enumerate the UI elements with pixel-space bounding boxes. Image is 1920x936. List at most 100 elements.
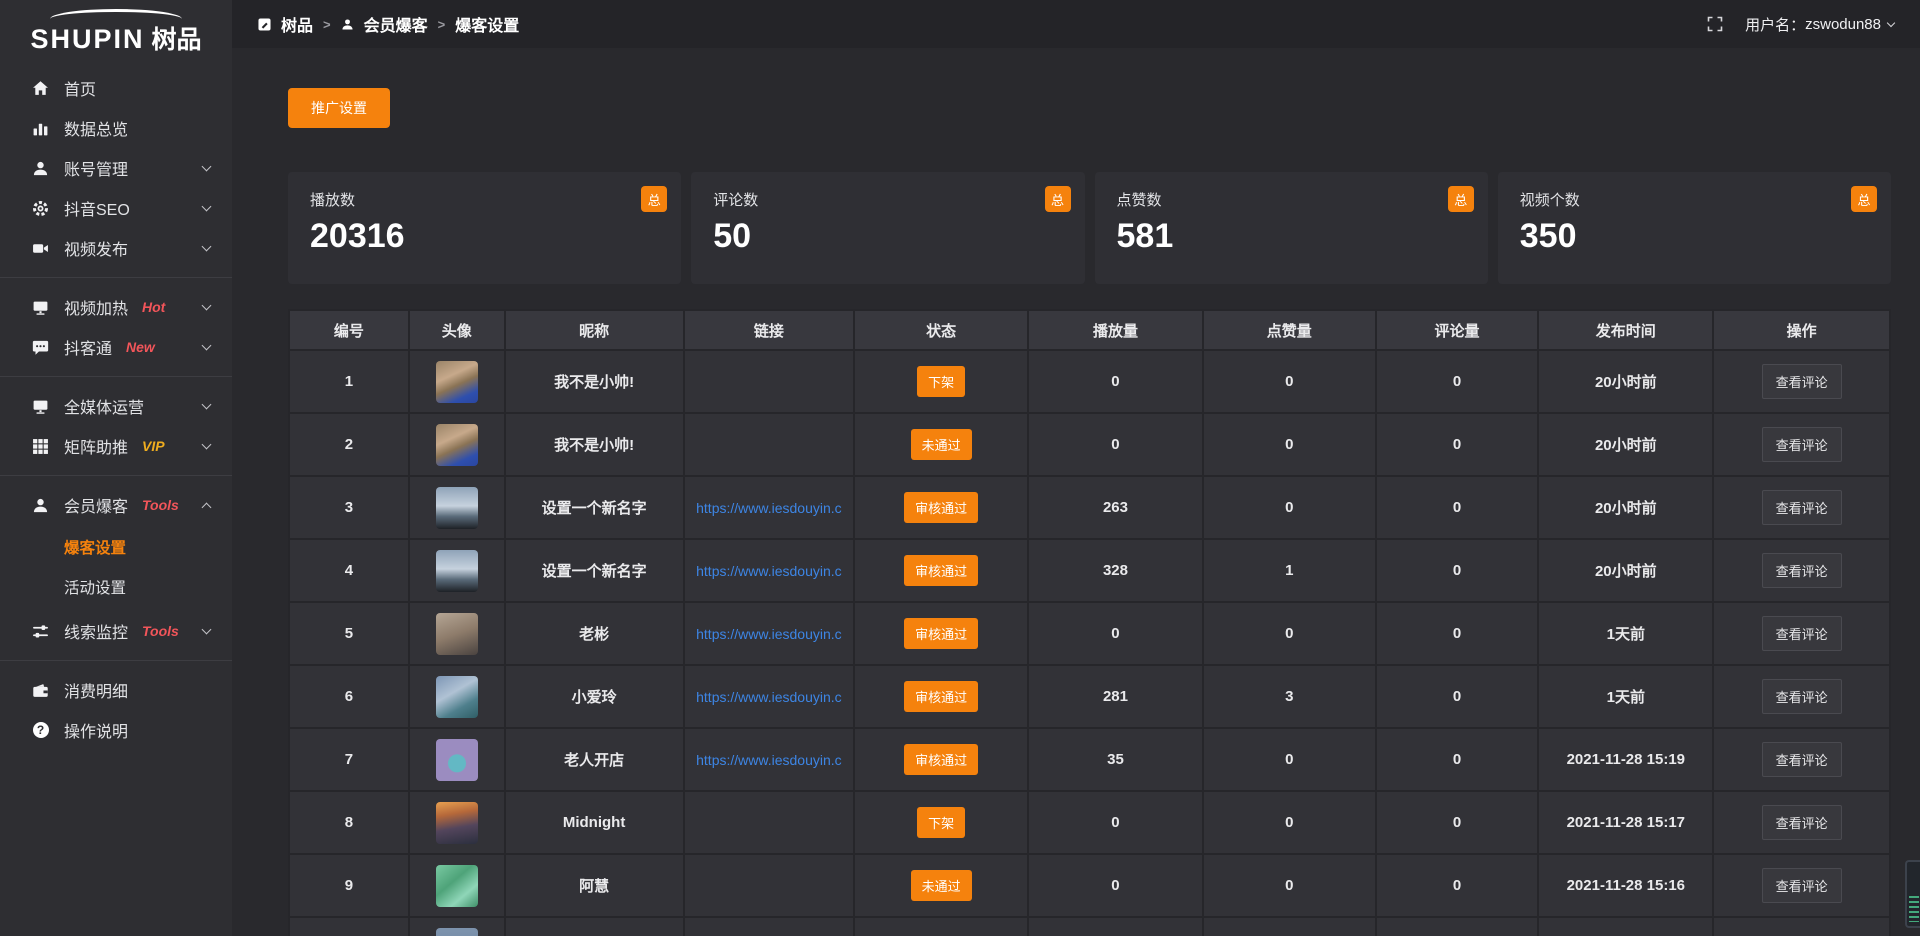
stat-value: 350 [1520, 217, 1869, 256]
status-badge: 下架 [917, 366, 965, 397]
row-link[interactable]: https://www.iesdouyin.c [696, 500, 842, 516]
row-id: 10 [290, 918, 410, 936]
row-time: 2021-11-28 15:16 [1539, 855, 1714, 918]
row-avatar-cell [410, 792, 506, 855]
row-time: 1天前 [1539, 666, 1714, 729]
row-nickname: 我不是小帅! [506, 351, 685, 414]
row-link[interactable]: https://www.iesdouyin.c [696, 752, 842, 768]
row-plays: 35 [1029, 729, 1204, 792]
sidebar-item-clue-monitor[interactable]: 线索监控 Tools [0, 611, 232, 651]
table-row: 6 小爱玲 https://www.iesdouyin.c 审核通过 281 3… [290, 666, 1891, 729]
view-comments-button[interactable]: 查看评论 [1762, 616, 1842, 651]
stat-label: 视频个数 [1520, 189, 1869, 210]
view-comments-button[interactable]: 查看评论 [1762, 553, 1842, 588]
monitor-icon [32, 299, 49, 316]
stat-card-likes: 点赞数 581 总 [1095, 172, 1488, 284]
sidebar-subitem-activity-settings[interactable]: 活动设置 [0, 567, 232, 607]
sidebar-item-consumption[interactable]: 消费明细 [0, 670, 232, 710]
sidebar-item-label: 全媒体运营 [64, 394, 144, 418]
row-link[interactable]: https://www.iesdouyin.c [696, 626, 842, 642]
row-plays: 0 [1029, 855, 1204, 918]
table-row: 7 老人开店 https://www.iesdouyin.c 审核通过 35 0… [290, 729, 1891, 792]
sidebar-item-video-publish[interactable]: 视频发布 [0, 228, 232, 268]
chevron-down-icon [202, 161, 212, 171]
row-plays: 281 [1029, 666, 1204, 729]
sidebar-item-media-ops[interactable]: 全媒体运营 [0, 386, 232, 426]
chevron-down-icon [202, 300, 212, 310]
total-badge: 总 [641, 186, 667, 212]
total-badge: 总 [1045, 186, 1071, 212]
breadcrumb-item-section[interactable]: 会员爆客 [364, 12, 428, 36]
row-link[interactable]: https://www.iesdouyin.c [696, 689, 842, 705]
stat-card-videos: 视频个数 350 总 [1498, 172, 1891, 284]
row-likes: 0 [1204, 729, 1377, 792]
avatar [436, 361, 478, 403]
row-likes: 0 [1204, 603, 1377, 666]
row-id: 3 [290, 477, 410, 540]
status-badge: 审核通过 [904, 618, 978, 649]
sidebar-subitem-baoke-settings[interactable]: 爆客设置 [0, 527, 232, 567]
sidebar-item-account[interactable]: 账号管理 [0, 148, 232, 188]
status-badge: 未通过 [911, 870, 972, 901]
total-badge: 总 [1448, 186, 1474, 212]
sidebar-item-label: 会员爆客 [64, 493, 128, 517]
table-row: 8 Midnight 下架 0 0 0 2021-11-28 15:17 查看评… [290, 792, 1891, 855]
view-comments-button[interactable]: 查看评论 [1762, 490, 1842, 525]
menu-divider [0, 376, 232, 377]
row-time [1539, 918, 1714, 936]
main-content: 推广设置 播放数 20316 总 评论数 50 总 点赞数 581 总 视频个数… [232, 48, 1920, 936]
promo-settings-button[interactable]: 推广设置 [288, 88, 390, 128]
row-likes: 1 [1204, 540, 1377, 603]
column-header: 播放量 [1029, 311, 1204, 351]
view-comments-button[interactable]: 查看评论 [1762, 805, 1842, 840]
avatar [436, 802, 478, 844]
sidebar-item-instructions[interactable]: ? 操作说明 [0, 710, 232, 750]
sidebar-item-home[interactable]: 首页 [0, 68, 232, 108]
row-id: 8 [290, 792, 410, 855]
sidebar-item-data-overview[interactable]: 数据总览 [0, 108, 232, 148]
column-header: 发布时间 [1539, 311, 1714, 351]
sidebar-item-douketong[interactable]: 抖客通 New [0, 327, 232, 367]
sidebar-item-video-heat[interactable]: 视频加热 Hot [0, 287, 232, 327]
avatar [436, 424, 478, 466]
chevron-down-icon [202, 439, 212, 449]
avatar [436, 487, 478, 529]
sidebar-item-matrix-boost[interactable]: 矩阵助推 VIP [0, 426, 232, 466]
row-plays: 328 [1029, 540, 1204, 603]
bar-chart-icon [32, 120, 49, 137]
view-comments-button[interactable]: 查看评论 [1762, 679, 1842, 714]
view-comments-button[interactable]: 查看评论 [1762, 868, 1842, 903]
row-id: 1 [290, 351, 410, 414]
menu-divider [0, 277, 232, 278]
view-comments-button[interactable]: 查看评论 [1762, 427, 1842, 462]
floating-widget[interactable] [1905, 860, 1920, 928]
sidebar-item-label: 数据总览 [64, 116, 128, 140]
sidebar-item-douyin-seo[interactable]: 抖音SEO [0, 188, 232, 228]
row-likes: 0 [1204, 477, 1377, 540]
row-plays: 0 [1029, 792, 1204, 855]
view-comments-button[interactable]: 查看评论 [1762, 742, 1842, 777]
user-icon [32, 160, 49, 177]
column-header: 编号 [290, 311, 410, 351]
logo-arc-decoration [50, 9, 182, 19]
logo-text-cn: 树品 [152, 20, 202, 56]
sidebar-item-label: 抖音SEO [64, 196, 130, 220]
logo: SHUPIN 树品 [0, 0, 232, 58]
row-nickname: Midnight [506, 792, 685, 855]
row-likes [1204, 918, 1377, 936]
row-avatar-cell [410, 666, 506, 729]
row-comments [1377, 918, 1540, 936]
row-likes: 0 [1204, 351, 1377, 414]
avatar [436, 676, 478, 718]
sidebar-item-member-baoke[interactable]: 会员爆客 Tools [0, 485, 232, 525]
user-menu[interactable]: 用户名： zswodun88 [1745, 14, 1894, 35]
stat-value: 50 [713, 217, 1062, 256]
sliders-icon [32, 623, 49, 640]
row-link[interactable]: https://www.iesdouyin.c [696, 563, 842, 579]
row-comments: 0 [1377, 603, 1540, 666]
view-comments-button[interactable]: 查看评论 [1762, 364, 1842, 399]
breadcrumb-item-root[interactable]: 树品 [281, 12, 313, 36]
table-row: 1 我不是小帅! 下架 0 0 0 20小时前 查看评论 [290, 351, 1891, 414]
breadcrumb-separator: > [323, 17, 331, 32]
fullscreen-icon[interactable] [1707, 16, 1723, 32]
